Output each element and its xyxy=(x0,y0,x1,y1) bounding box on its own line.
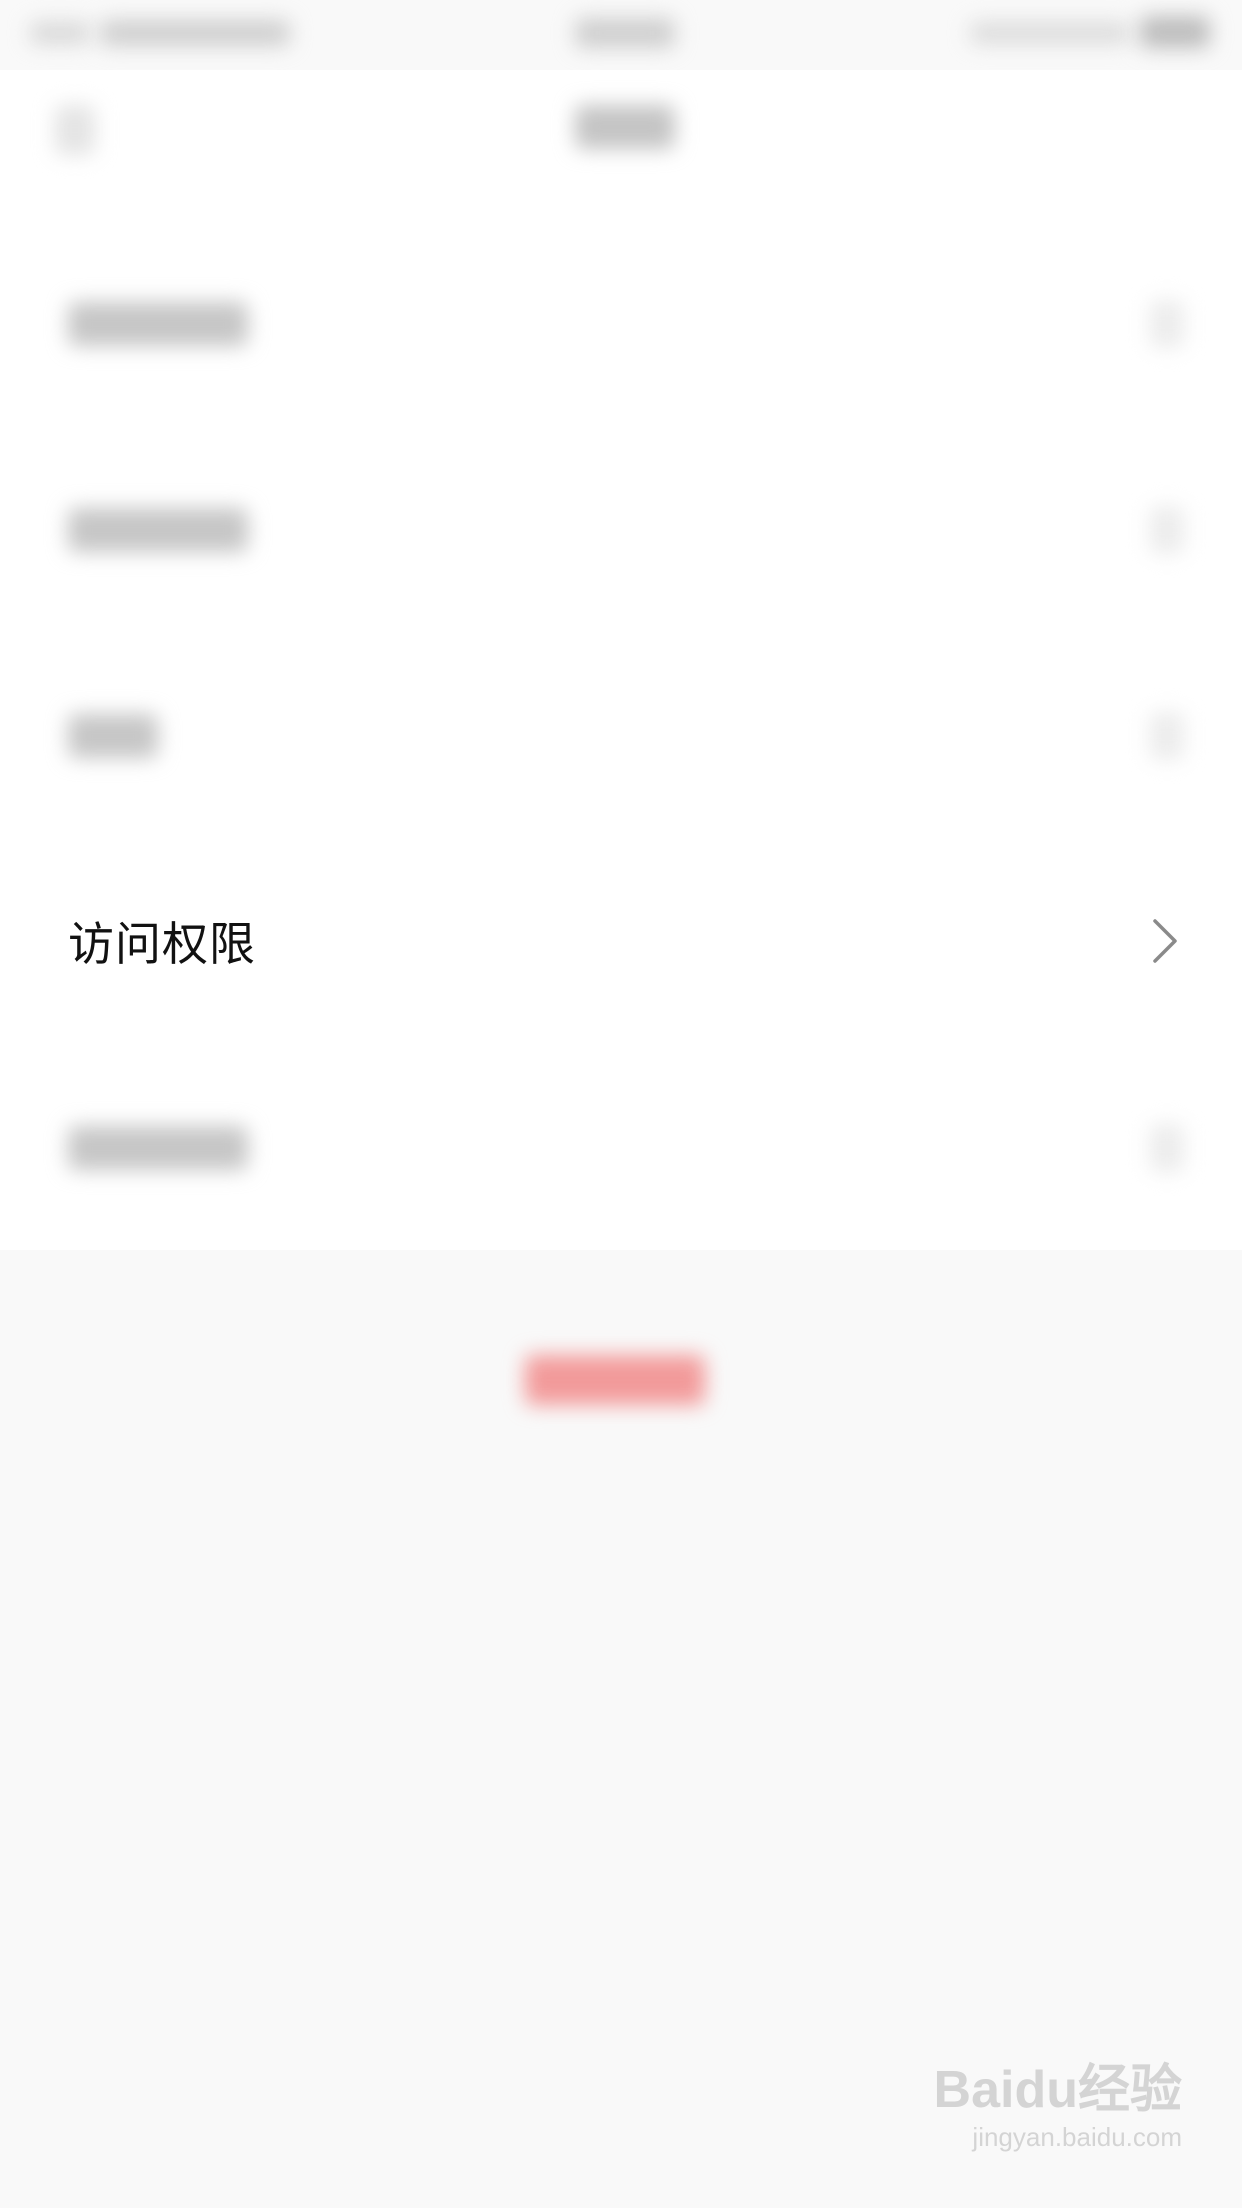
chevron-right-icon xyxy=(1150,1124,1184,1172)
row-label-blurred xyxy=(68,1126,248,1170)
chevron-right-icon xyxy=(1150,300,1184,348)
baidu-jingyan-watermark: Baidu经验 jingyan.baidu.com xyxy=(932,2060,1182,2180)
settings-page: 访问权限 Baidu经验 jingyan.baidu.com xyxy=(0,0,1242,2208)
signal-icon xyxy=(30,22,90,44)
row-label-blurred xyxy=(68,302,248,346)
settings-row[interactable] xyxy=(0,1044,1242,1250)
carrier-text-blurred xyxy=(100,20,290,46)
settings-list: 访问权限 xyxy=(0,220,1242,1250)
status-bar xyxy=(0,0,1242,70)
settings-row[interactable] xyxy=(0,426,1242,632)
status-icons-blurred xyxy=(970,22,1130,44)
row-label-blurred xyxy=(68,714,158,758)
settings-row-access-permissions[interactable]: 访问权限 xyxy=(0,838,1242,1044)
back-chevron-icon[interactable] xyxy=(55,105,95,155)
page-title-blurred xyxy=(575,105,675,149)
chevron-right-icon xyxy=(1150,712,1184,760)
baidu-jingyan-logo: Baidu经验 xyxy=(933,2061,1182,2119)
settings-row[interactable] xyxy=(0,632,1242,838)
battery-icon xyxy=(1140,16,1210,48)
watermark-url: jingyan.baidu.com xyxy=(972,2122,1182,2152)
sign-out-section xyxy=(0,1250,1242,1510)
row-label-blurred xyxy=(68,508,248,552)
row-label: 访问权限 xyxy=(68,917,256,971)
settings-row[interactable] xyxy=(0,220,1242,426)
navigation-bar xyxy=(0,70,1242,220)
chevron-right-icon xyxy=(1153,919,1177,963)
time-text-blurred xyxy=(575,18,675,48)
chevron-right-icon xyxy=(1150,506,1184,554)
sign-out-button-blurred[interactable] xyxy=(525,1355,705,1405)
